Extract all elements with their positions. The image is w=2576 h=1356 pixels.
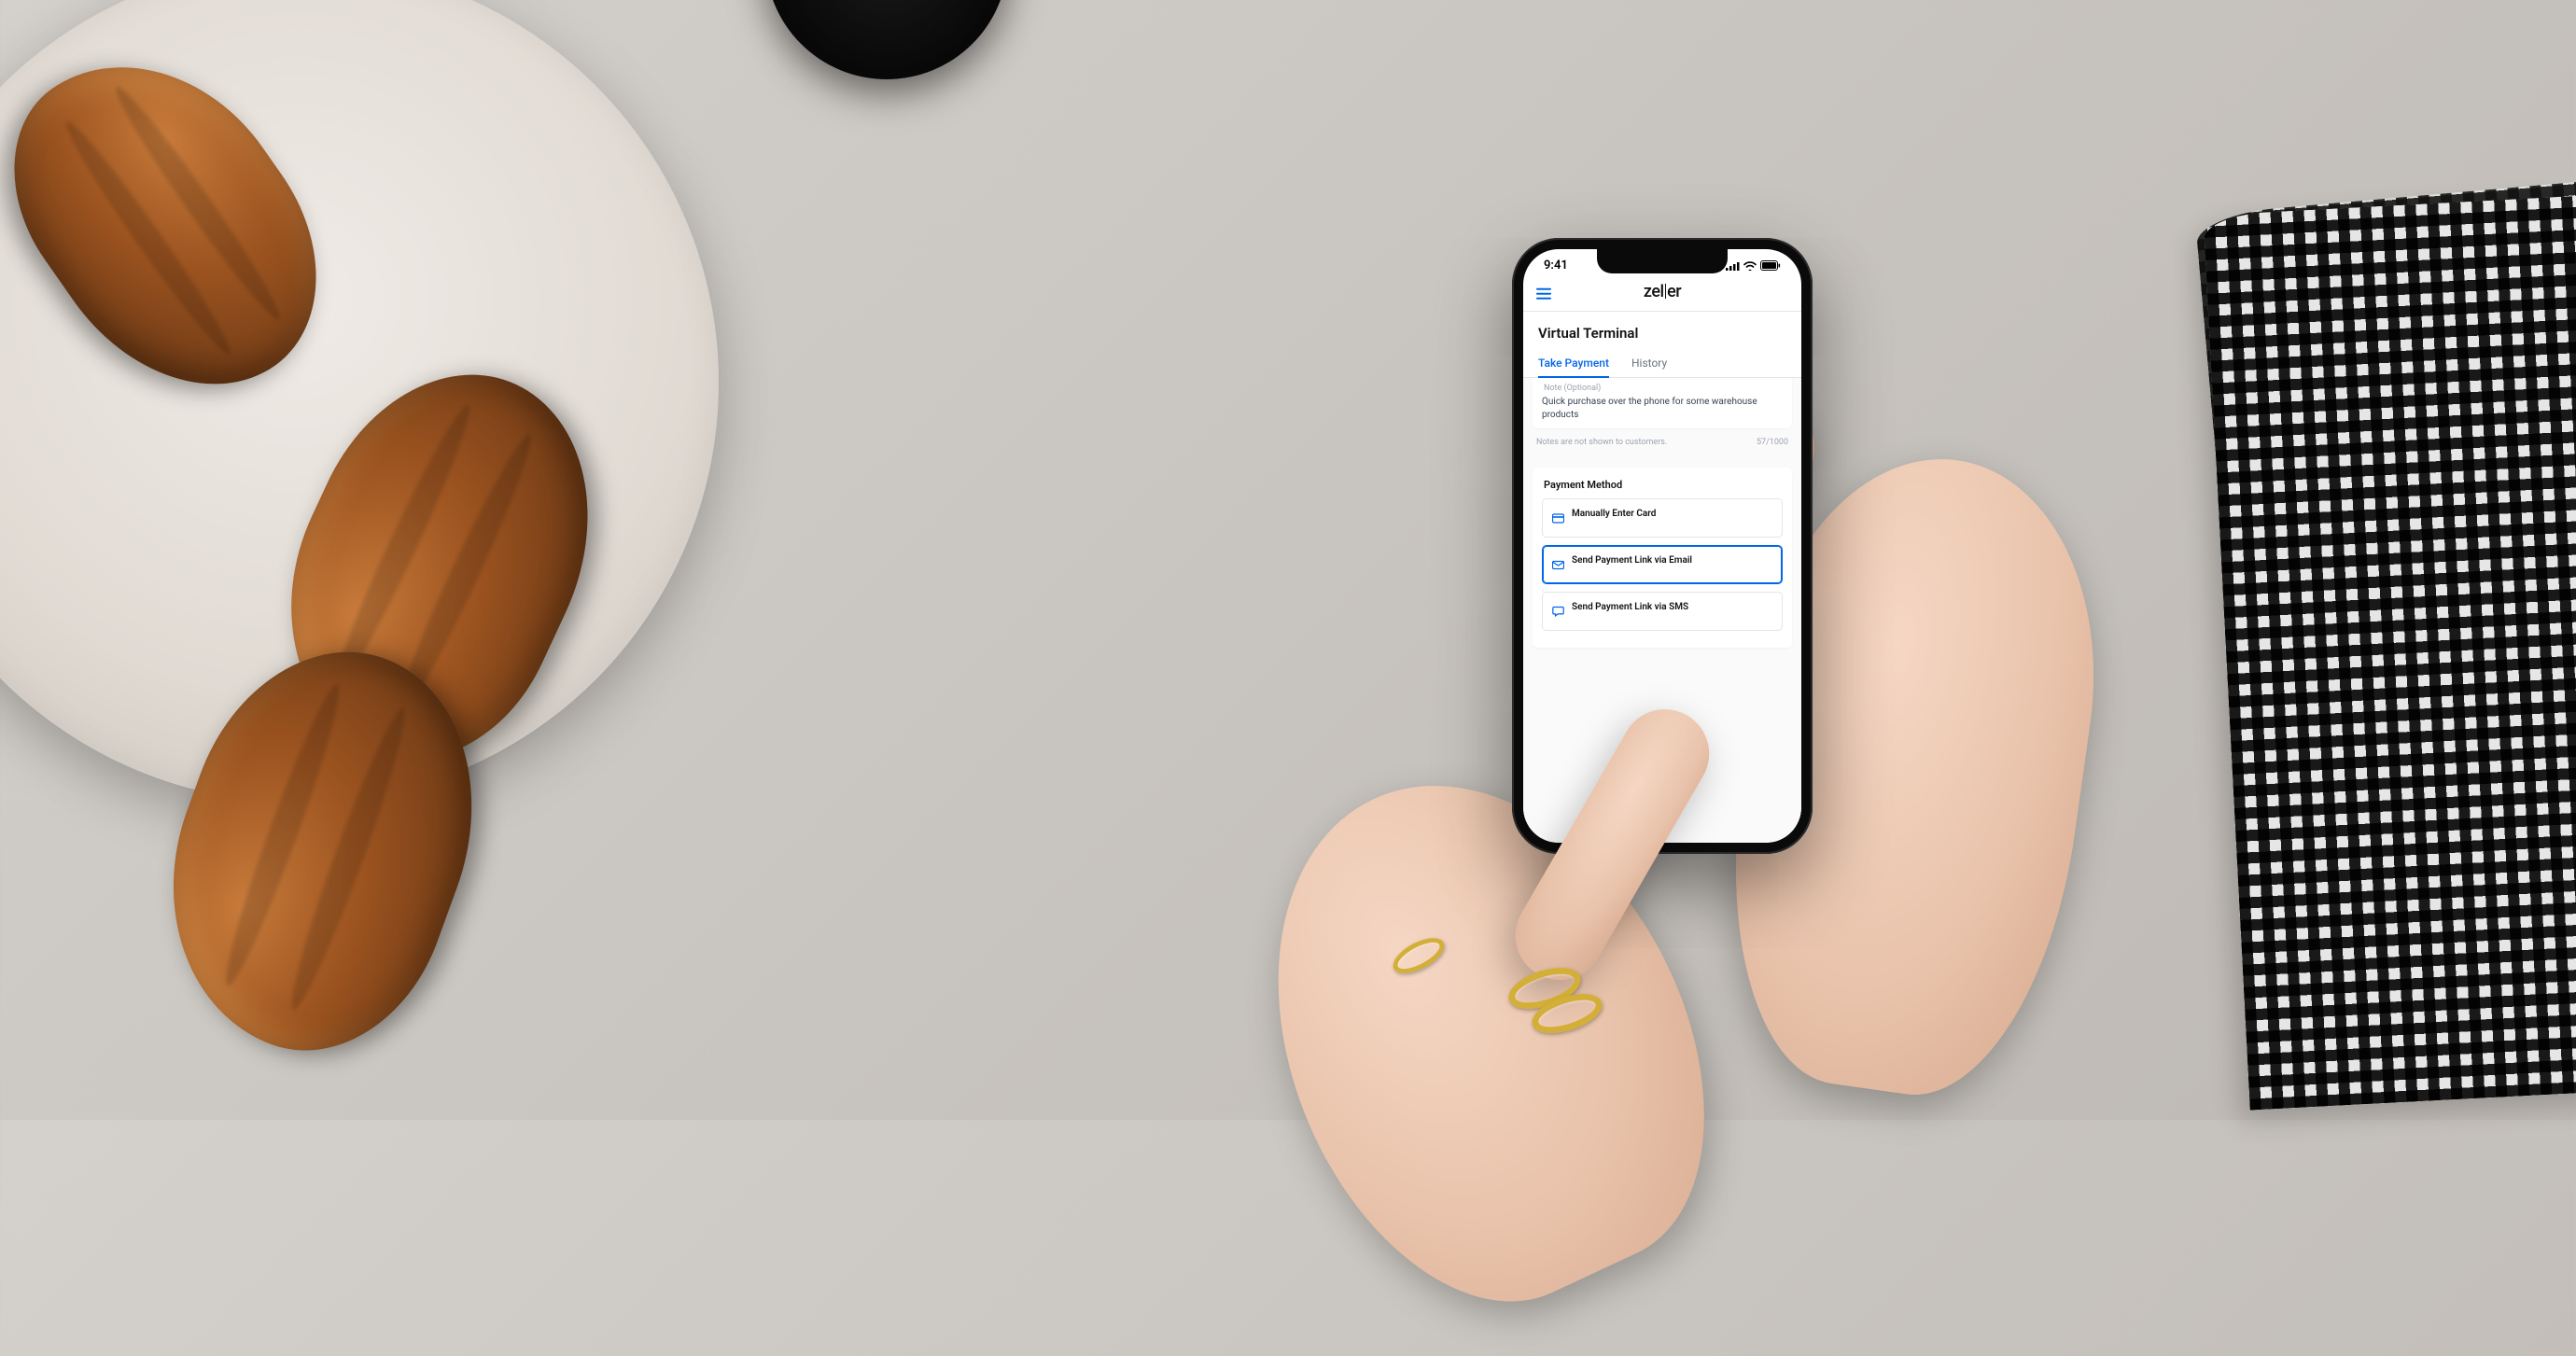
note-card: Note (Optional) Quick purchase over the … <box>1533 378 1792 428</box>
payment-method-label: Send Payment Link via Email <box>1572 555 1692 567</box>
status-time: 9:41 <box>1544 259 1568 273</box>
payment-method-title: Payment Method <box>1542 479 1783 491</box>
page-title: Virtual Terminal <box>1523 312 1801 351</box>
payment-method-email-link[interactable]: Send Payment Link via Email <box>1542 545 1783 584</box>
note-field-label: Note (Optional) <box>1544 384 1783 393</box>
wifi-icon <box>1743 261 1757 271</box>
coffee-cup-prop <box>765 0 1008 79</box>
payment-method-label: Send Payment Link via SMS <box>1572 602 1688 614</box>
tab-history[interactable]: History <box>1631 351 1667 377</box>
tab-take-payment[interactable]: Take Payment <box>1538 351 1609 377</box>
payment-method-label: Manually Enter Card <box>1572 509 1656 521</box>
card-icon <box>1552 510 1564 527</box>
payment-method-sms-link[interactable]: Send Payment Link via SMS <box>1542 592 1783 631</box>
sms-icon <box>1552 603 1564 621</box>
app-header: zeler <box>1523 278 1801 312</box>
note-meta: Notes are not shown to customers. 57/100… <box>1523 428 1801 453</box>
phone-notch <box>1597 249 1728 273</box>
battery-icon <box>1760 260 1781 271</box>
cellular-signal-icon <box>1726 261 1740 271</box>
note-field[interactable]: Quick purchase over the phone for some w… <box>1542 396 1783 421</box>
payment-method-section: Payment Method Manually Enter Card Send … <box>1533 468 1792 648</box>
tabs: Take Payment History <box>1523 351 1801 378</box>
checkered-cloth-prop <box>2204 196 2576 1111</box>
payment-method-manual-card[interactable]: Manually Enter Card <box>1542 498 1783 538</box>
email-icon <box>1552 556 1564 574</box>
brand-logo: zeler <box>1644 282 1681 301</box>
menu-icon[interactable] <box>1536 287 1551 299</box>
note-hint: Notes are not shown to customers. <box>1536 438 1667 447</box>
note-char-counter: 57/1000 <box>1757 438 1788 447</box>
